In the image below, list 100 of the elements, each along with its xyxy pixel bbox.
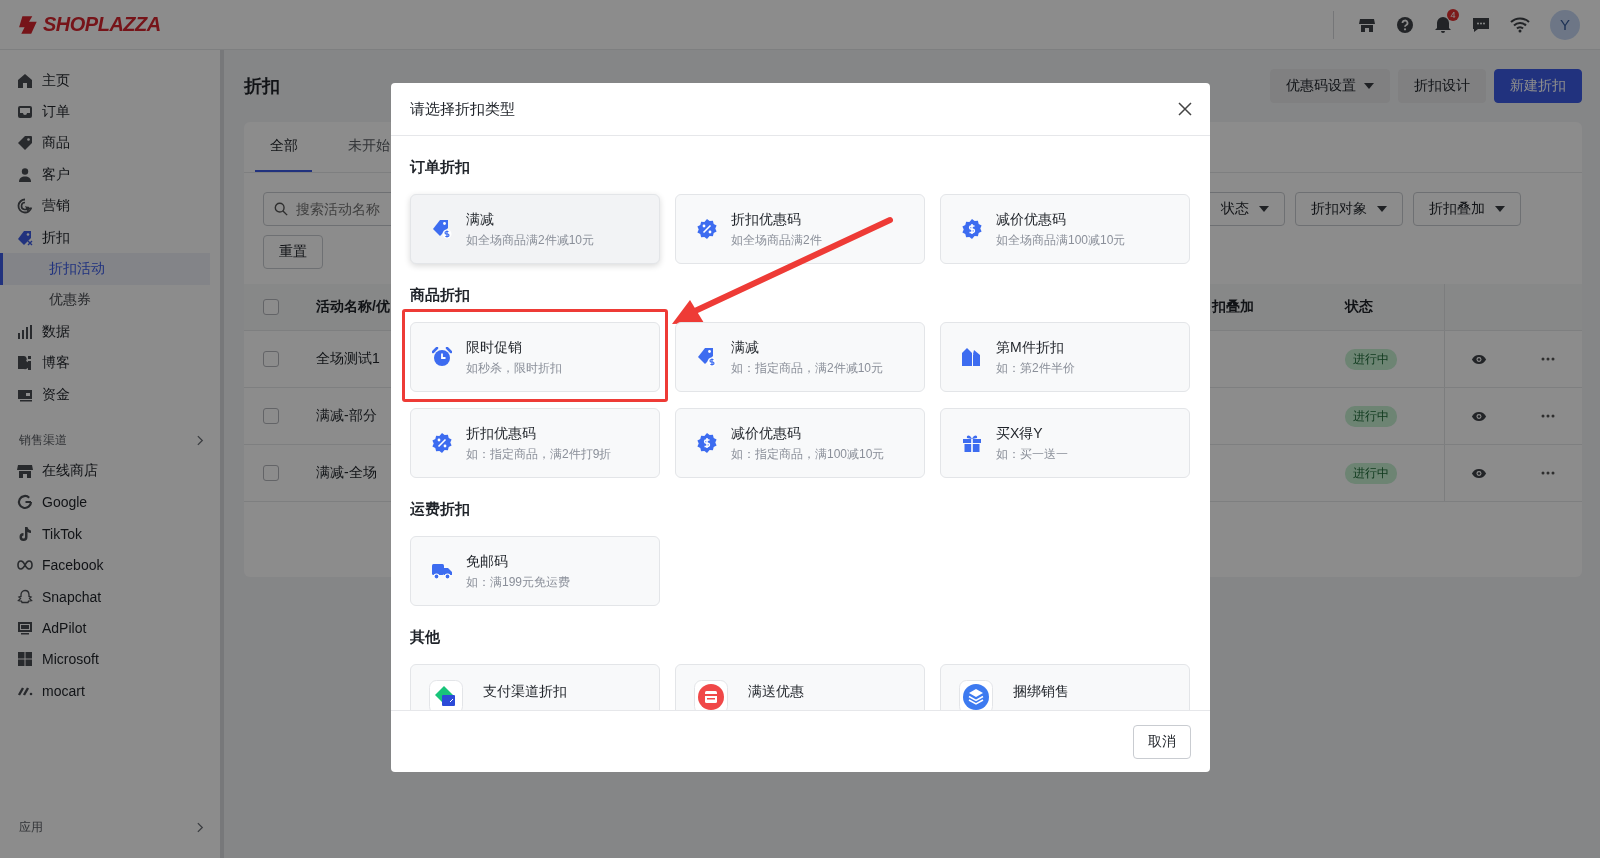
music-note-icon: [17, 525, 33, 542]
type-card[interactable]: 减价优惠码 如全场商品满100减10元: [940, 194, 1190, 264]
status-badge: 进行中: [1345, 348, 1397, 370]
card-title: 满减: [731, 338, 760, 357]
nav-item[interactable]: 博客: [0, 347, 220, 379]
card-title: 捆绑销售: [1013, 682, 1069, 701]
more-icon: [1540, 471, 1555, 475]
card-title: 折扣优惠码: [466, 424, 537, 443]
nav-item[interactable]: 数据: [0, 316, 220, 348]
nav-item[interactable]: TikTok: [0, 518, 220, 550]
type-card[interactable]: 第M件折扣 如：第2件半价: [940, 322, 1190, 392]
tray-icon: [17, 104, 33, 121]
card-title: 第M件折扣: [996, 338, 1065, 357]
nav-item[interactable]: Facebook: [0, 549, 220, 581]
nav-item[interactable]: Snapchat: [0, 580, 220, 613]
more-icon: [1540, 357, 1555, 361]
close-button[interactable]: [1176, 100, 1194, 118]
eye-icon: [1471, 353, 1487, 365]
nav-item[interactable]: mocart: [0, 675, 220, 707]
type-card[interactable]: 满送优惠: [675, 664, 925, 710]
action-button[interactable]: 新建折扣: [1494, 69, 1582, 103]
section-title: 商品折扣: [410, 285, 471, 305]
status-badge: 进行中: [1345, 462, 1397, 484]
nav-item[interactable]: 主页: [0, 65, 220, 97]
type-card[interactable]: 买X得Y 如：买一送一: [940, 408, 1190, 478]
card-description: 如：指定商品，满2件减10元: [731, 360, 884, 377]
table-cell: 全场测试1: [316, 350, 380, 368]
percent-badge-icon: [697, 219, 717, 239]
document-icon: [17, 355, 33, 372]
card-description: 如全场商品满100减10元: [996, 232, 1126, 249]
column-header: 活动名称/优: [316, 298, 390, 316]
help-icon: [1396, 15, 1414, 34]
type-card[interactable]: 折扣优惠码 如：指定商品，满2件打9折: [410, 408, 660, 478]
card-title: 支付渠道折扣: [483, 682, 567, 701]
card-title: 免邮码: [466, 552, 509, 571]
checkbox[interactable]: [263, 465, 279, 481]
nav-item[interactable]: 客户: [0, 159, 220, 191]
checkbox[interactable]: [263, 299, 279, 315]
more-icon: [1540, 414, 1555, 418]
type-card[interactable]: 折扣优惠码 如全场商品满2件: [675, 194, 925, 264]
type-card[interactable]: 捆绑销售: [940, 664, 1190, 710]
section-label: 销售渠道: [19, 431, 67, 449]
card-description: 如秒杀，限时折扣: [466, 360, 562, 377]
card-description: 如：指定商品，满100减10元: [731, 446, 885, 463]
target-icon: [17, 198, 33, 215]
person-icon: [17, 166, 33, 183]
google-icon: [17, 494, 33, 511]
ad-icon: [17, 619, 33, 636]
nav-item[interactable]: Microsoft: [0, 643, 220, 676]
chevron-right-icon: [197, 821, 204, 833]
nav-item[interactable]: 在线商店: [0, 455, 220, 487]
cancel-button[interactable]: 取消: [1133, 724, 1191, 759]
type-card[interactable]: 满减 如全场商品满2件减10元: [410, 194, 660, 264]
card-description: 如：满199元免运费: [466, 574, 571, 591]
nav-item[interactable]: 营销: [0, 190, 220, 222]
card-title: 满减: [466, 210, 495, 229]
gift-icon: [962, 433, 982, 453]
checkbox[interactable]: [263, 408, 279, 424]
dollar-badge-icon: [962, 219, 982, 239]
status-badge: 进行中: [1345, 405, 1397, 427]
tag-icon: [17, 135, 33, 152]
bell-icon: [1434, 15, 1452, 34]
bar-chart-icon: [17, 323, 33, 340]
avatar[interactable]: Y: [1550, 9, 1580, 40]
table-cell: 满减-全场: [316, 464, 377, 482]
nav-item[interactable]: AdPilot: [0, 612, 220, 644]
card-description: 如：指定商品，满2件打9折: [466, 446, 612, 463]
column-header: 扣叠加: [1210, 297, 1255, 316]
checkbox[interactable]: [263, 351, 279, 367]
dropdown-button[interactable]: 优惠码设置: [1270, 69, 1390, 103]
caret-icon: [1364, 83, 1374, 89]
section-title: 运费折扣: [410, 499, 471, 519]
type-card[interactable]: 满减 如：指定商品，满2件减10元: [675, 322, 925, 392]
page-title: 折扣: [244, 75, 280, 98]
nav-item[interactable]: Google: [0, 486, 220, 519]
caret-icon: [1259, 206, 1269, 212]
store-icon: [17, 463, 33, 479]
type-card[interactable]: 减价优惠码 如：指定商品，满100减10元: [675, 408, 925, 478]
action-button[interactable]: 折扣设计: [1398, 69, 1486, 103]
card-description: 如：第2件半价: [996, 360, 1075, 377]
percent-badge-icon: [432, 433, 452, 453]
type-card[interactable]: 限时促销 如秒杀，限时折扣: [410, 322, 660, 392]
nav-item[interactable]: 商品: [0, 127, 220, 160]
eye-icon: [1471, 410, 1487, 422]
dollar-badge-icon: [697, 433, 717, 453]
type-card[interactable]: 免邮码 如：满199元免运费: [410, 536, 660, 606]
tab[interactable]: 全部: [255, 122, 312, 172]
nav-subitem[interactable]: 折扣活动: [0, 253, 210, 285]
filter-dropdown[interactable]: 折扣叠加: [1413, 192, 1521, 226]
reset-button[interactable]: 重置: [263, 235, 323, 269]
type-card[interactable]: 支付渠道折扣: [410, 664, 660, 710]
home-icon: [17, 72, 33, 89]
nav-item[interactable]: 订单: [0, 96, 220, 128]
card-description: 如全场商品满2件: [731, 232, 822, 249]
filter-dropdown[interactable]: 折扣对象: [1295, 192, 1403, 226]
alarm-clock-icon: [432, 347, 452, 367]
tag-dollar-icon: [432, 219, 452, 239]
nav-item[interactable]: 资金: [0, 378, 220, 411]
notification-badge: 4: [1447, 8, 1459, 21]
card-title: 买X得Y: [996, 424, 1044, 443]
